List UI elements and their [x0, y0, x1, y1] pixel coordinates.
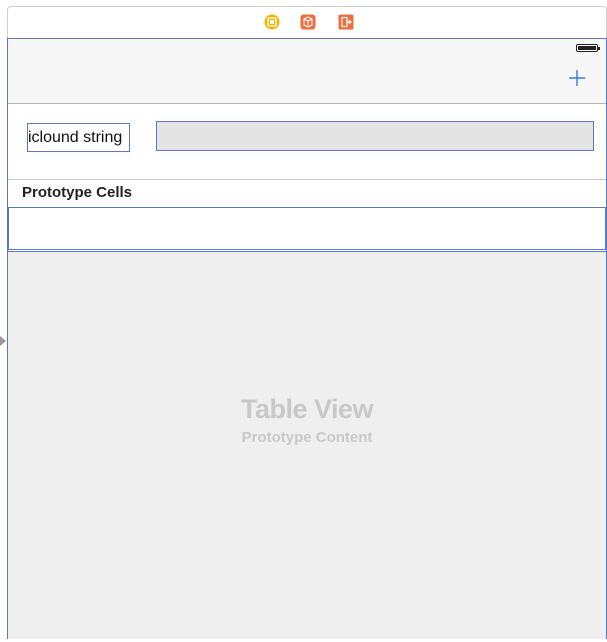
plus-icon: [569, 70, 585, 86]
entry-point-arrow-icon: [0, 333, 6, 346]
prototype-cell[interactable]: [8, 207, 606, 250]
navigation-bar[interactable]: [8, 39, 606, 104]
scene-dock: [7, 6, 607, 38]
view-controller-icon[interactable]: [264, 14, 280, 30]
table-view-subtitle: Prototype Content: [241, 429, 373, 446]
icloud-label[interactable]: iclound string: [27, 123, 130, 152]
icloud-text-field[interactable]: [156, 121, 594, 151]
table-view-title: Table View: [240, 394, 374, 424]
exit-icon[interactable]: [338, 14, 354, 30]
table-header-view[interactable]: iclound string: [8, 104, 606, 179]
first-responder-icon[interactable]: [300, 14, 316, 30]
table-view[interactable]: Table View Prototype Content: [8, 251, 606, 639]
section-title: Prototype Cells: [22, 184, 133, 201]
view-controller-screen[interactable]: iclound string Prototype Cells Table Vie…: [7, 38, 607, 639]
battery-icon: [576, 44, 600, 52]
prototype-cells-header: Prototype Cells: [8, 179, 606, 207]
add-button[interactable]: [568, 69, 586, 87]
